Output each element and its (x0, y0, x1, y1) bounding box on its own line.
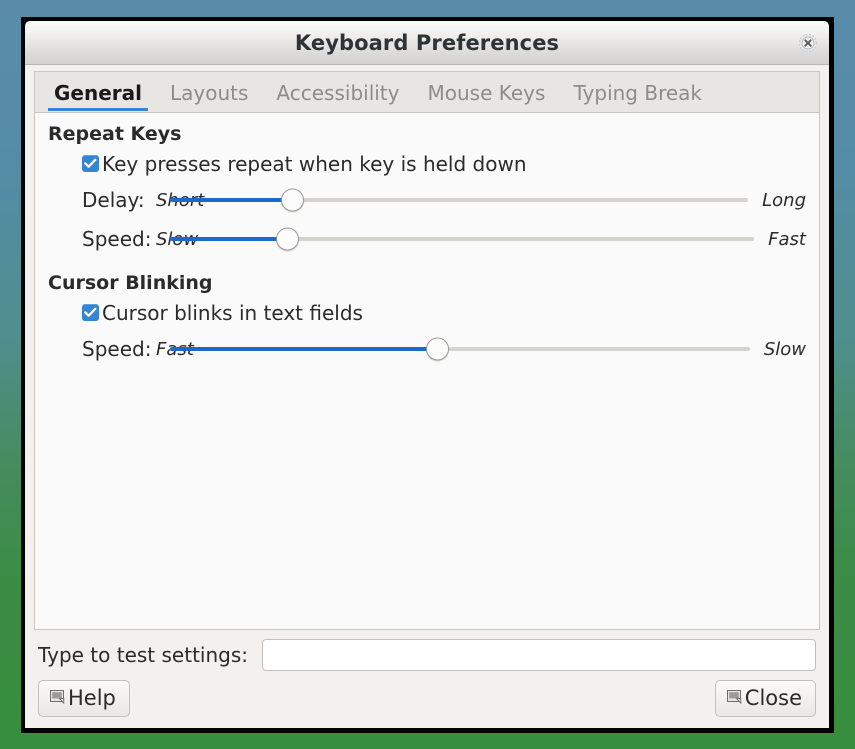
blink-speed-slider-handle[interactable] (426, 337, 450, 361)
group-cursor-blinking-title: Cursor Blinking (48, 271, 213, 294)
tab-bar: General Layouts Accessibility Mouse Keys… (34, 71, 820, 112)
repeat-keys-checkbox[interactable] (82, 155, 99, 173)
window-title: Keyboard Preferences (294, 30, 560, 55)
repeat-speed-slider-fill (170, 237, 287, 242)
tab-page-general: Repeat Keys Key presses repeat when key … (34, 112, 820, 630)
blink-speed-slider[interactable] (170, 335, 750, 363)
group-repeat-keys-title: Repeat Keys (48, 123, 182, 145)
help-button-label: Help (68, 685, 116, 710)
close-button[interactable]: Close (714, 679, 816, 717)
delay-slider-caption: Delay: (82, 188, 145, 213)
blink-speed-slider-max-label: Slow (763, 338, 806, 360)
blink-speed-slider-row: Speed: Fast Slow (82, 330, 806, 369)
delay-slider-fill (170, 198, 292, 203)
group-repeat-keys-body: Key presses repeat when key is held down… (48, 153, 806, 259)
dialog-button-row: Help Close (38, 679, 816, 717)
dialog-bottom-area: Type to test settings: Help Close (25, 630, 829, 728)
missing-image-icon (726, 685, 743, 711)
help-button[interactable]: Help (38, 679, 130, 717)
repeat-speed-slider-caption: Speed: (82, 227, 152, 252)
repeat-speed-slider-row: Speed: Slow Fast (82, 220, 806, 259)
delay-slider-handle[interactable] (280, 188, 304, 212)
repeat-speed-slider-max-label: Fast (768, 228, 806, 250)
tab-accessibility[interactable]: Accessibility (262, 77, 413, 112)
preferences-notebook: General Layouts Accessibility Mouse Keys… (34, 71, 820, 630)
tab-typing-break-label: Typing Break (573, 81, 703, 105)
close-circle-x-icon (798, 33, 818, 53)
delay-slider-row: Delay: Short Long (82, 181, 806, 220)
tab-accessibility-label: Accessibility (276, 81, 400, 105)
tab-layouts[interactable]: Layouts (156, 77, 262, 112)
test-settings-label: Type to test settings: (38, 642, 248, 667)
tab-general[interactable]: General (40, 77, 156, 112)
test-settings-input[interactable] (262, 638, 816, 671)
tab-typing-break[interactable]: Typing Break (559, 77, 716, 112)
tab-general-label: General (54, 81, 142, 105)
close-button-label: Close (744, 685, 802, 710)
title-bar: Keyboard Preferences (25, 21, 829, 65)
test-settings-row: Type to test settings: (38, 638, 816, 671)
group-cursor-blinking-body: Cursor blinks in text fields Speed: Fast (48, 302, 806, 369)
repeat-keys-checkbox-row[interactable]: Key presses repeat when key is held down (82, 153, 806, 175)
window-inner: Keyboard Preferences General Layouts Acc… (25, 21, 829, 728)
desktop-background: Keyboard Preferences General Layouts Acc… (0, 0, 855, 749)
cursor-blink-checkbox[interactable] (82, 304, 99, 322)
tab-layouts-label: Layouts (170, 81, 249, 105)
cursor-blink-checkbox-row[interactable]: Cursor blinks in text fields (82, 302, 806, 324)
keyboard-preferences-window: Keyboard Preferences General Layouts Acc… (21, 17, 834, 733)
cursor-blink-checkbox-label: Cursor blinks in text fields (102, 300, 363, 325)
delay-slider[interactable] (170, 186, 749, 214)
close-window-button[interactable] (797, 32, 819, 54)
tab-mouse-keys[interactable]: Mouse Keys (414, 77, 560, 112)
delay-slider-max-label: Long (762, 189, 806, 211)
missing-image-icon (49, 685, 66, 711)
repeat-speed-slider-handle[interactable] (276, 227, 300, 251)
blink-speed-slider-caption: Speed: (82, 337, 152, 362)
repeat-keys-checkbox-label: Key presses repeat when key is held down (102, 151, 527, 176)
blink-speed-slider-fill (170, 347, 437, 352)
group-repeat-keys: Repeat Keys Key presses repeat when key … (48, 123, 806, 259)
group-cursor-blinking: Cursor Blinking Cursor blinks in text fi… (48, 271, 806, 369)
tab-mouse-keys-label: Mouse Keys (427, 81, 546, 105)
repeat-speed-slider[interactable] (170, 225, 755, 253)
